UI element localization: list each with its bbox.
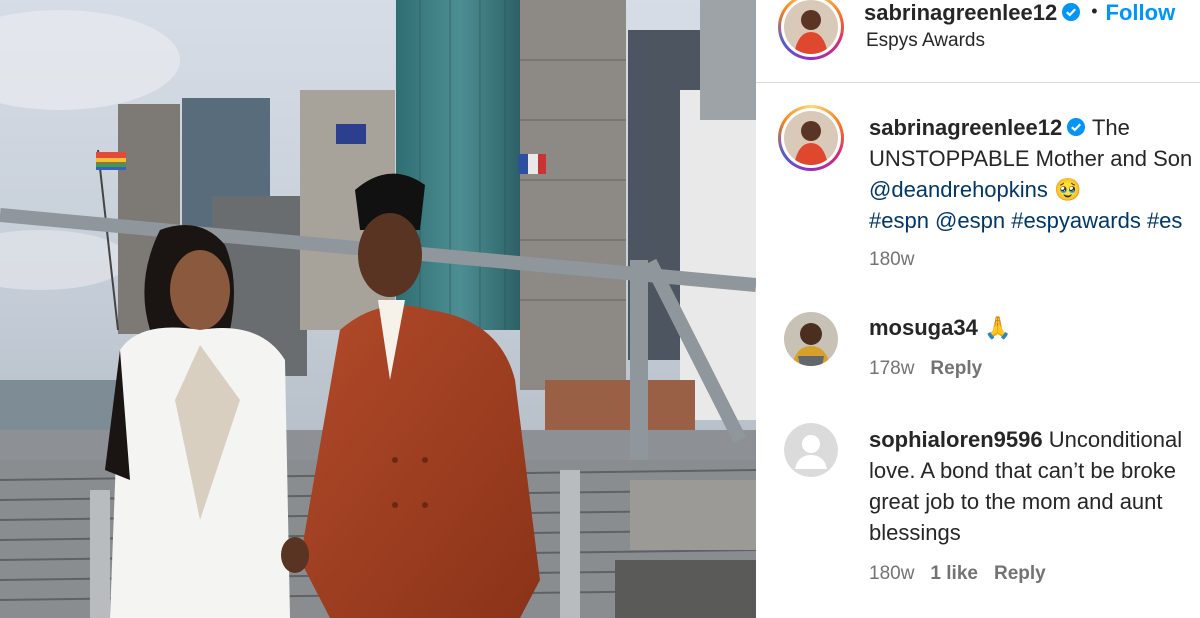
caption-text-line1: The [1091,115,1130,140]
commenter-avatar[interactable] [784,312,838,366]
default-avatar-icon[interactable] [784,423,838,477]
caption-hashtags[interactable]: #espn @espn #espyawards #es [869,205,1200,236]
author-avatar[interactable] [778,0,844,60]
author-username[interactable]: sabrinagreenlee12 [864,0,1057,25]
comment-meta: 178w Reply [869,353,1200,384]
reply-button[interactable]: Reply [930,358,982,379]
comment-text-line2: love. A bond that can’t be broke [869,458,1177,483]
caption-emoji: 🥹 [1054,177,1082,202]
comment-timestamp[interactable]: 178w [869,358,914,379]
comment-meta: 180w 1 like Reply [869,558,1200,589]
comment-text-line1: Unconditional [1048,427,1183,452]
post-photo[interactable] [0,0,756,618]
comment-likes[interactable]: 1 like [930,563,978,584]
reply-button[interactable]: Reply [994,563,1046,584]
comment-username[interactable]: mosuga34 [869,315,978,340]
comment-item: mosuga34 🙏 178w Reply [869,312,1200,384]
caption-author-username[interactable]: sabrinagreenlee12 [869,115,1062,140]
caption-author-avatar-image [784,111,838,165]
verified-badge-icon [1062,3,1081,21]
caption-timestamp[interactable]: 180w [869,249,914,270]
comment-timestamp[interactable]: 180w [869,563,914,584]
verified-badge-icon [1067,118,1086,136]
comment-item: sophialoren9596 Unconditional love. A bo… [869,424,1200,589]
author-avatar-image [784,0,838,54]
comment-username[interactable]: sophialoren9596 [869,427,1043,452]
post-header: sabrinagreenlee12 • Follow [864,0,1175,26]
caption-mention-link[interactable]: @deandrehopkins [869,177,1048,202]
comment-text: 🙏 [983,315,1012,340]
separator-dot: • [1091,1,1098,21]
post-side-panel: sabrinagreenlee12 • Follow Espys Awards sa… [756,0,1200,618]
comment-text-line3: great job to the mom and aunt [869,489,1163,514]
photo-scene [0,0,756,618]
caption-author-avatar[interactable] [778,105,844,171]
post-caption: sabrinagreenlee12 The UNSTOPPABLE Mother… [869,112,1200,275]
header-divider [756,82,1200,83]
caption-text-line2: UNSTOPPABLE Mother and Son [869,146,1193,171]
comment-text-line4: blessings [869,520,961,545]
post-location[interactable]: Espys Awards [866,30,985,52]
follow-button[interactable]: Follow [1106,0,1176,25]
caption-meta: 180w [869,244,1200,275]
